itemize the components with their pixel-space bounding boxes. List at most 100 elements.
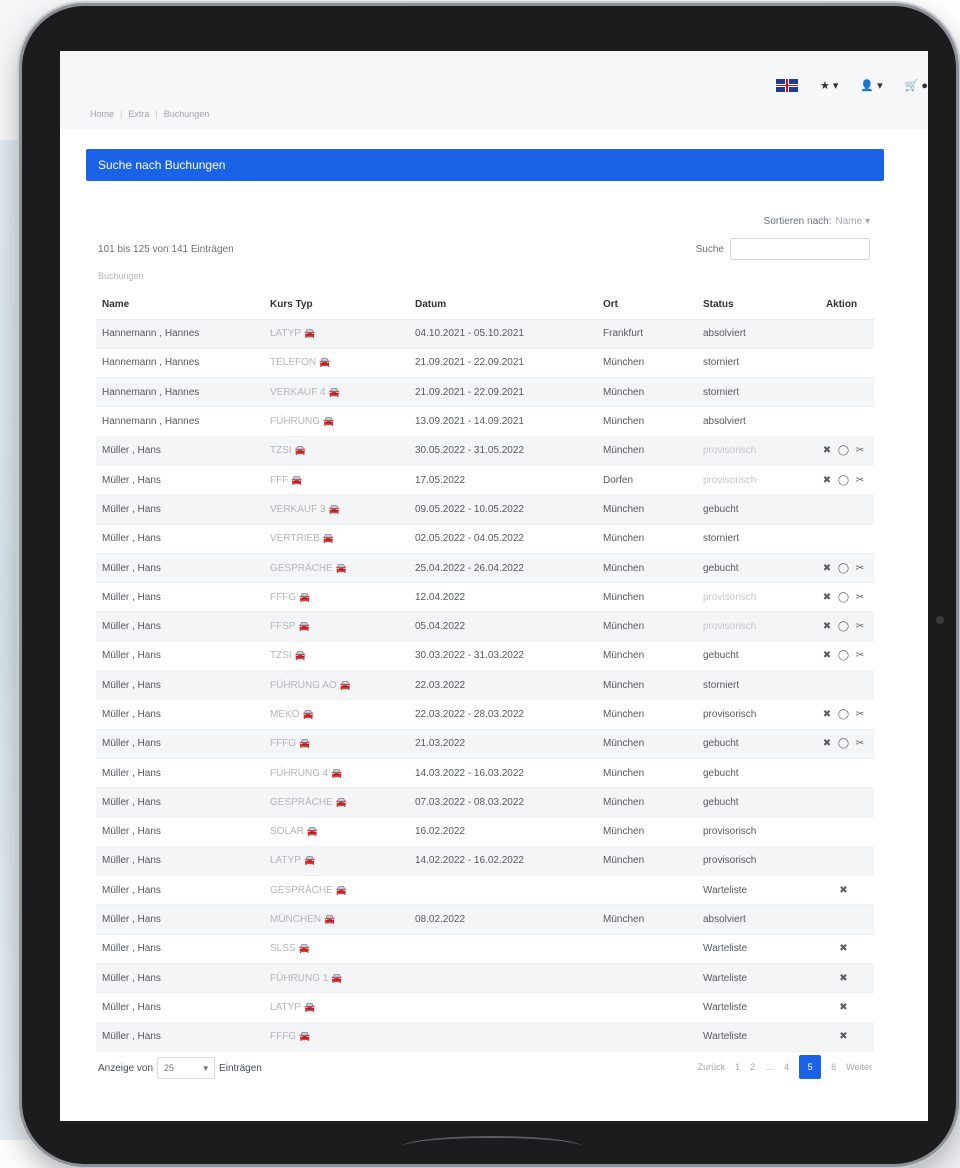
row-actions[interactable] xyxy=(809,846,874,877)
course-type-link[interactable]: FFSP xyxy=(270,621,296,632)
row-course-type[interactable]: FÜHRUNG AO 🚘 xyxy=(264,670,409,701)
course-type-link[interactable]: SOLAR xyxy=(270,826,304,837)
cart-menu[interactable]: 🛒 ● xyxy=(905,79,928,93)
pager-page[interactable]: 6 xyxy=(831,1062,836,1072)
table-row[interactable]: Müller , Hans VERTRIEB 🚘 02.05.2022 - 04.05… xyxy=(96,524,874,554)
row-course-type[interactable]: LATYP 🚘 xyxy=(264,846,409,877)
row-actions[interactable]: ✖ ◯ ✂ xyxy=(809,553,874,584)
column-header-place[interactable]: Ort xyxy=(597,291,697,320)
uk-flag-icon[interactable] xyxy=(775,79,798,92)
course-type-link[interactable]: TELEFON xyxy=(270,357,316,368)
column-header-course-type[interactable]: Kurs Typ xyxy=(264,291,409,320)
table-row[interactable]: Hannemann , Hannes TELEFON 🚘 21.09.2021 - 2… xyxy=(96,348,874,379)
table-row[interactable]: Müller , Hans FFFG 🚘 Warteliste ✖ xyxy=(96,1022,874,1052)
pager-previous[interactable]: Zurück xyxy=(698,1062,726,1072)
row-actions[interactable]: ✖ xyxy=(809,992,874,1023)
table-row[interactable]: Müller , Hans TZSI 🚘 30.03.2022 - 31.03.202… xyxy=(96,641,874,672)
row-course-type[interactable]: VERKAUF 3 🚘 xyxy=(264,494,409,525)
column-header-date[interactable]: Datum xyxy=(409,291,597,320)
pager-page[interactable]: 1 xyxy=(735,1062,740,1072)
course-type-link[interactable]: FFFG xyxy=(270,738,296,749)
row-course-type[interactable]: SOLAR 🚘 xyxy=(264,817,409,847)
pager-page-active[interactable]: 5 xyxy=(799,1055,822,1079)
course-type-link[interactable]: VERKAUF 3 xyxy=(270,504,326,515)
course-type-link[interactable]: FÜHRUNG xyxy=(270,416,320,427)
row-actions[interactable] xyxy=(809,524,874,554)
course-type-link[interactable]: FÜHRUNG 1 xyxy=(270,973,328,984)
table-row[interactable]: Müller , Hans GESPRÄCHE 🚘 25.04.2022 - 26.0… xyxy=(96,553,874,584)
row-course-type[interactable]: VERKAUF 4 🚘 xyxy=(264,377,409,408)
pager-next[interactable]: Weiter xyxy=(846,1062,872,1072)
row-actions[interactable] xyxy=(809,817,874,847)
column-header-status[interactable]: Status xyxy=(697,291,809,320)
row-course-type[interactable]: GESPRÄCHE 🚘 xyxy=(264,553,409,584)
table-row[interactable]: Müller , Hans MEKO 🚘 22.03.2022 - 28.03.202… xyxy=(96,699,874,730)
row-course-type[interactable]: FFFG 🚘 xyxy=(264,1022,409,1052)
course-type-link[interactable]: FÜHRUNG 4 xyxy=(270,768,328,779)
course-type-link[interactable]: VERKAUF 4 xyxy=(270,387,326,398)
row-course-type[interactable]: MÜNCHEN 🚘 xyxy=(264,904,409,935)
row-course-type[interactable]: SLSS 🚘 xyxy=(264,934,409,965)
row-course-type[interactable]: FÜHRUNG 🚘 xyxy=(264,406,409,437)
breadcrumb-extra[interactable]: Extra xyxy=(128,109,149,119)
row-course-type[interactable]: FÜHRUNG 1 🚘 xyxy=(264,963,409,994)
search-banner[interactable]: Suche nach Buchungen xyxy=(86,149,884,181)
table-row[interactable]: Müller , Hans MÜNCHEN 🚘 08.02.2022 München ab… xyxy=(96,904,874,935)
row-actions[interactable] xyxy=(809,406,874,437)
table-row[interactable]: Müller , Hans SLSS 🚘 Warteliste ✖ xyxy=(96,934,874,965)
row-course-type[interactable]: TZSI 🚘 xyxy=(264,436,409,466)
table-row[interactable]: Müller , Hans TZSI 🚘 30.05.2022 - 31.05.202… xyxy=(96,436,874,466)
table-row[interactable]: Müller , Hans SOLAR 🚘 16.02.2022 München prov… xyxy=(96,817,874,847)
table-row[interactable]: Hannemann , Hannes FÜHRUNG 🚘 13.09.2021 - 1… xyxy=(96,406,874,437)
row-actions[interactable] xyxy=(809,904,874,935)
row-course-type[interactable]: MEKO 🚘 xyxy=(264,699,409,730)
course-type-link[interactable]: FFF xyxy=(270,475,288,486)
row-course-type[interactable]: TELEFON 🚘 xyxy=(264,348,409,379)
course-type-link[interactable]: FFFG xyxy=(270,592,296,603)
course-type-link[interactable]: SLSS xyxy=(270,943,296,954)
table-row[interactable]: Müller , Hans VERKAUF 3 🚘 09.05.2022 - 10.0… xyxy=(96,494,874,525)
row-actions[interactable] xyxy=(809,670,874,701)
table-row[interactable]: Müller , Hans FÜHRUNG AO 🚘 22.03.2022 Münche… xyxy=(96,670,874,701)
row-course-type[interactable]: GESPRÄCHE 🚘 xyxy=(264,787,409,818)
pager-page[interactable]: 2 xyxy=(750,1062,755,1072)
table-row[interactable]: Müller , Hans FFSP 🚘 05.04.2022 München provi… xyxy=(96,611,874,642)
page-size-select[interactable]: 25 ▾ xyxy=(157,1057,216,1079)
row-course-type[interactable]: GESPRÄCHE 🚘 xyxy=(264,875,409,906)
row-actions[interactable] xyxy=(809,319,874,349)
row-actions[interactable]: ✖ ◯ ✂ xyxy=(809,699,874,730)
table-row[interactable]: Müller , Hans FÜHRUNG 1 🚘 Warteliste ✖ xyxy=(96,963,874,994)
row-course-type[interactable]: FFFG 🚘 xyxy=(264,582,409,613)
sort-select[interactable]: Name ▾ xyxy=(836,216,871,227)
table-row[interactable]: Müller , Hans GESPRÄCHE 🚘 07.03.2022 - 08.0… xyxy=(96,787,874,818)
row-course-type[interactable]: FFF 🚘 xyxy=(264,465,409,496)
table-row[interactable]: Hannemann , Hannes VERKAUF 4 🚘 21.09.2021 -… xyxy=(96,377,874,408)
row-course-type[interactable]: VERTRIEB 🚘 xyxy=(264,524,409,554)
row-actions[interactable]: ✖ xyxy=(809,875,874,906)
course-type-link[interactable]: MEKO xyxy=(270,709,299,720)
row-actions[interactable]: ✖ ◯ ✂ xyxy=(809,641,874,672)
row-course-type[interactable]: TZSI 🚘 xyxy=(264,641,409,672)
course-type-link[interactable]: LATYP xyxy=(270,1002,301,1013)
table-row[interactable]: Hannemann , Hannes LATYP 🚘 04.10.2021 - 05.… xyxy=(96,319,874,349)
row-actions[interactable] xyxy=(809,787,874,818)
course-type-link[interactable]: LATYP xyxy=(270,328,301,339)
pager-page[interactable]: 4 xyxy=(784,1062,789,1072)
table-row[interactable]: Müller , Hans FFF 🚘 17.05.2022 Dorfen proviso… xyxy=(96,465,874,496)
row-actions[interactable]: ✖ ◯ ✂ xyxy=(809,729,874,759)
course-type-link[interactable]: GESPRÄCHE xyxy=(270,885,333,896)
table-row[interactable]: Müller , Hans GESPRÄCHE 🚘 Warteliste ✖ xyxy=(96,875,874,906)
row-actions[interactable]: ✖ ◯ ✂ xyxy=(809,611,874,642)
row-actions[interactable] xyxy=(809,348,874,379)
row-actions[interactable] xyxy=(809,758,874,789)
course-type-link[interactable]: VERTRIEB xyxy=(270,533,320,544)
user-menu[interactable]: 👤 ▾ xyxy=(860,79,882,92)
course-type-link[interactable]: FFFG xyxy=(270,1031,296,1042)
table-row[interactable]: Müller , Hans LATYP 🚘 Warteliste ✖ xyxy=(96,992,874,1023)
row-actions[interactable]: ✖ ◯ ✂ xyxy=(809,465,874,496)
row-course-type[interactable]: LATYP 🚘 xyxy=(264,319,409,349)
search-input[interactable] xyxy=(730,238,870,260)
row-actions[interactable]: ✖ ◯ ✂ xyxy=(809,582,874,613)
row-course-type[interactable]: FFFG 🚘 xyxy=(264,729,409,759)
table-row[interactable]: Müller , Hans LATYP 🚘 14.02.2022 - 16.02.20… xyxy=(96,846,874,877)
